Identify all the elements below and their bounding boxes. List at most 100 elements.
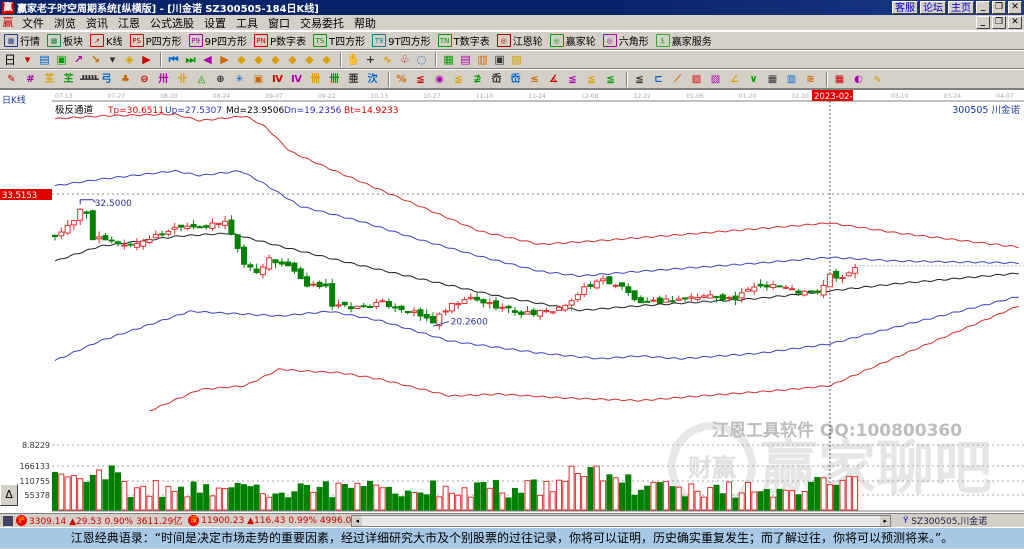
- fan-lines-icon[interactable]: ≤: [527, 72, 542, 87]
- toolbar-button[interactable]: P9 9P四方形: [188, 33, 247, 48]
- shade-icon[interactable]: ▧: [708, 72, 723, 87]
- menu-item[interactable]: 帮助: [349, 15, 381, 31]
- chart-canvas[interactable]: 财赢 赢家聊吧 江恩工具软件 QQ:100800360 07-13 07-27 08…: [0, 90, 1024, 514]
- child-restore-button[interactable]: ❐: [992, 16, 1006, 29]
- menu-item[interactable]: 设置: [199, 15, 231, 31]
- kline-chart[interactable]: 财赢 赢家聊吧 江恩工具软件 QQ:100800360 07-13 07-27 08…: [0, 89, 1024, 514]
- gann-box-icon[interactable]: ∡: [546, 72, 561, 87]
- toolbar-button[interactable]: TN T数字表: [437, 33, 490, 48]
- date-calc-icon[interactable]: ▦: [441, 52, 456, 67]
- hand-icon[interactable]: ✋: [346, 52, 361, 67]
- menu-item[interactable]: 窗口: [263, 15, 295, 31]
- box-icon[interactable]: ▣: [251, 72, 266, 87]
- menu-item[interactable]: 工具: [231, 15, 263, 31]
- child-close-button[interactable]: ✕: [1008, 16, 1022, 29]
- right-icon[interactable]: ▶: [217, 52, 232, 67]
- app-menu-icon[interactable]: 赢: [2, 16, 14, 29]
- period-dropdown-icon[interactable]: ▾: [20, 52, 35, 67]
- chart-up-icon[interactable]: ↗: [71, 52, 86, 67]
- target-icon[interactable]: ⊕: [213, 72, 228, 87]
- gold-ratio-icon[interactable]: %: [394, 72, 409, 87]
- menu-item[interactable]: 江恩: [113, 15, 145, 31]
- calculator-icon[interactable]: [3, 515, 13, 526]
- notes-icon[interactable]: ▥: [475, 52, 490, 67]
- toolbar-button[interactable]: ↗ K线: [90, 33, 123, 48]
- period-lines-icon[interactable]: 卌: [327, 72, 342, 87]
- wave-line-icon[interactable]: ∿: [870, 72, 885, 87]
- star-icon[interactable]: ✳: [232, 72, 247, 87]
- toolbar-button[interactable]: PS P四方形: [129, 33, 182, 48]
- trend-icon[interactable]: ∿: [380, 52, 395, 67]
- menu-item[interactable]: 资讯: [81, 15, 113, 31]
- shift-down-icon[interactable]: ◆: [319, 52, 334, 67]
- ratio-icon[interactable]: 亜: [346, 72, 361, 87]
- menu-item[interactable]: 公式选股: [145, 15, 199, 31]
- time-ratio-icon[interactable]: ⊉: [470, 72, 485, 87]
- forum-link[interactable]: 论坛: [920, 1, 946, 14]
- toolbar-button[interactable]: ◎ 江恩轮: [496, 33, 543, 48]
- gold-line-icon[interactable]: ◉: [432, 72, 447, 87]
- home-link[interactable]: 主页: [948, 1, 974, 14]
- angle-line-icon[interactable]: ∠: [727, 72, 742, 87]
- gold-circle-icon[interactable]: ≦: [413, 72, 428, 87]
- gann-grid-icon[interactable]: 芏: [61, 72, 76, 87]
- gold-fan-icon[interactable]: ≦: [565, 72, 580, 87]
- toolbar-button[interactable]: T9 9T四方形: [372, 33, 431, 48]
- toolbar-button[interactable]: ◎ 六角形: [602, 33, 649, 48]
- chart-down-icon[interactable]: ↘: [88, 52, 103, 67]
- angle-icon[interactable]: ◬: [194, 72, 209, 87]
- crosshair-icon[interactable]: +: [363, 52, 378, 67]
- lines-icon[interactable]: 卅: [156, 72, 171, 87]
- zoom-in-icon[interactable]: ◆: [234, 52, 249, 67]
- fib-icon[interactable]: 卝: [175, 72, 190, 87]
- restore-button[interactable]: ❐: [992, 1, 1006, 14]
- menu-item[interactable]: 交易委托: [295, 15, 349, 31]
- cells-icon[interactable]: ▦: [765, 72, 780, 87]
- toolbar-button[interactable]: ▦ 行情: [4, 33, 40, 48]
- toolbar-button[interactable]: $ 赢家服务: [655, 33, 712, 48]
- pattern-icon[interactable]: ▨: [689, 72, 704, 87]
- shift-left-icon[interactable]: ◆: [268, 52, 283, 67]
- toolbar-button[interactable]: PN P数字表: [254, 33, 306, 48]
- save-icon[interactable]: ▣: [492, 52, 507, 67]
- toolbar-button[interactable]: ▩ 板块: [47, 33, 83, 48]
- rect-icon[interactable]: ⊏: [651, 72, 666, 87]
- red-grid-icon[interactable]: ≦: [603, 72, 618, 87]
- menu-item[interactable]: 浏览: [49, 15, 81, 31]
- scroll-right-button[interactable]: ▸: [880, 515, 891, 526]
- gann-fan-icon[interactable]: 芏: [42, 72, 57, 87]
- close-button[interactable]: ✕: [1008, 1, 1022, 14]
- parallel-icon[interactable]: ᚊ: [80, 72, 99, 87]
- fan-icon[interactable]: ⟋: [670, 72, 685, 87]
- pencil-line-icon[interactable]: ≦: [451, 72, 466, 87]
- bars-icon[interactable]: ▥: [784, 72, 799, 87]
- square-icon[interactable]: 卌: [308, 72, 323, 87]
- period-selector[interactable]: 日: [4, 51, 16, 68]
- table-icon[interactable]: ▦: [832, 72, 847, 87]
- child-minimize-button[interactable]: _: [976, 16, 990, 29]
- brush-icon[interactable]: ♣: [118, 72, 133, 87]
- left-icon[interactable]: ◀: [200, 52, 215, 67]
- triangle-icon[interactable]: 岙: [508, 72, 523, 87]
- kline-view-icon[interactable]: ▤: [37, 52, 52, 67]
- flag-icon[interactable]: ▶: [139, 52, 154, 67]
- toolbar-button[interactable]: ◎ 赢家轮: [549, 33, 596, 48]
- percent-icon[interactable]: 㳄: [365, 72, 380, 87]
- horizontal-scrollbar[interactable]: ◂ ▸: [351, 514, 892, 527]
- circle-icon[interactable]: ⊖: [137, 72, 152, 87]
- last-bar-icon[interactable]: ⏭: [183, 52, 198, 67]
- first-bar-icon[interactable]: ⏮: [166, 52, 181, 67]
- toolbar-button[interactable]: TS T四方形: [313, 33, 365, 48]
- gold-split-icon[interactable]: 岙: [489, 72, 504, 87]
- cycle-lines-icon[interactable]: Ⅳ: [270, 72, 285, 87]
- calendar-icon[interactable]: ▣: [54, 52, 69, 67]
- collapse-panel-button[interactable]: Δ: [0, 484, 18, 506]
- shift-up-icon[interactable]: ◆: [302, 52, 317, 67]
- pen-icon[interactable]: ✎: [4, 72, 19, 87]
- scroll-left-button[interactable]: ◂: [352, 515, 363, 526]
- service-link[interactable]: 客服: [892, 1, 918, 14]
- speed-icon[interactable]: Ⅳ: [289, 72, 304, 87]
- red-fan-icon[interactable]: ≦: [584, 72, 599, 87]
- shift-right-icon[interactable]: ◆: [285, 52, 300, 67]
- cycle-icon[interactable]: ◌: [414, 52, 429, 67]
